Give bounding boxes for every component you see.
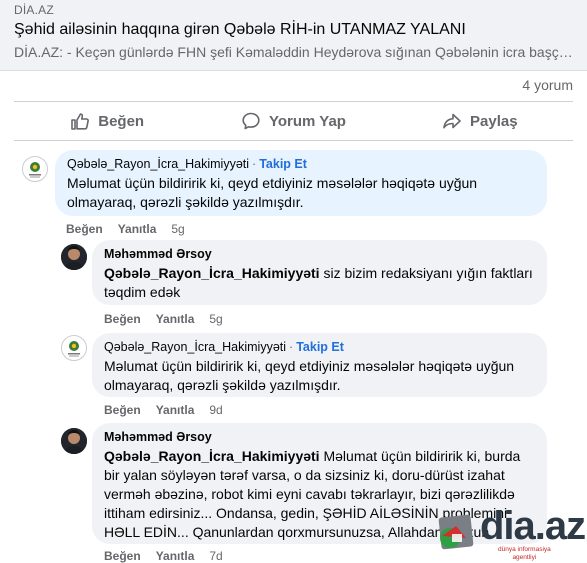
user-avatar[interactable]	[61, 428, 87, 454]
comment-like-link[interactable]: Beğen	[104, 549, 141, 563]
person-photo-icon	[61, 244, 87, 270]
share-button[interactable]: Paylaş	[387, 103, 573, 139]
follow-button[interactable]: Takip Et	[296, 340, 344, 354]
comment-reply-link[interactable]: Yanıtla	[118, 222, 157, 236]
tagline-line-2: agentliyi	[512, 554, 537, 561]
comment-bubble: Qəbələ_Rayon_İcra_Hakimiyyəti · Takip Et M…	[55, 150, 547, 216]
thumbs-up-icon	[71, 113, 90, 130]
divider	[14, 101, 573, 102]
link-title[interactable]: Şəhid ailəsinin haqqına girən Qəbələ RİH…	[14, 21, 466, 39]
separator-dot: ·	[252, 157, 257, 171]
mention-tag[interactable]: Qəbələ_Rayon_İcra_Hakimiyyəti	[104, 448, 320, 464]
comment-like-link[interactable]: Beğen	[104, 312, 141, 326]
comment-like-link[interactable]: Beğen	[66, 222, 103, 236]
separator-dot: ·	[289, 340, 294, 354]
comment-timestamp[interactable]: 5g	[171, 222, 184, 236]
comment-meta: Beğen Yanıtla 5g	[66, 222, 185, 236]
comment-text: Məlumat üçün bildiririk ki, qeyd etdiyin…	[104, 358, 515, 393]
comment-author[interactable]: Məhəmməd Ərsoy	[104, 247, 535, 261]
person-photo-icon	[61, 428, 87, 454]
comment-meta: Beğen Yanıtla 5g	[104, 312, 223, 326]
link-preview[interactable]: DİA.AZ Şəhid ailəsinin haqqına girən Qəb…	[0, 0, 587, 71]
emblem-icon	[29, 162, 41, 178]
comment-text: Məlumat üçün bildiririk ki, qeyd etdiyin…	[67, 175, 478, 210]
link-source: DİA.AZ	[14, 3, 54, 17]
comment-timestamp[interactable]: 7d	[209, 549, 222, 563]
comment-timestamp[interactable]: 9d	[209, 403, 222, 417]
emblem-icon	[68, 341, 80, 357]
like-label: Beğen	[98, 112, 145, 130]
watermark: dia.az dünya informasiya agentliyi	[432, 500, 586, 561]
watermark-tagline: dünya informasiya agentliyi	[498, 546, 551, 562]
comment-like-link[interactable]: Beğen	[104, 403, 141, 417]
tagline-line-1: dünya informasiya	[498, 546, 551, 553]
share-label: Paylaş	[470, 112, 518, 130]
comment-author[interactable]: Qəbələ_Rayon_İcra_Hakimiyyəti	[67, 157, 249, 171]
comment-bubble: Məhəmməd Ərsoy Qəbələ_Rayon_İcra_Hakimiy…	[92, 240, 547, 305]
comment-bubble: Qəbələ_Rayon_İcra_Hakimiyyəti · Takip Et M…	[92, 333, 547, 397]
post-actions: Beğen Yorum Yap Paylaş	[14, 103, 573, 139]
comment-count[interactable]: 4 yorum	[522, 77, 573, 93]
share-icon	[443, 113, 461, 129]
watermark-logo-text: dia.az	[480, 504, 586, 548]
mention-tag[interactable]: Qəbələ_Rayon_İcra_Hakimiyyəti	[104, 265, 320, 281]
like-button[interactable]: Beğen	[14, 103, 200, 139]
org-avatar[interactable]	[22, 156, 48, 182]
follow-button[interactable]: Takip Et	[259, 157, 307, 171]
link-description: DİA.AZ: - Keçən günlərdə FHN şefi Kəmalə…	[14, 44, 574, 60]
comment-timestamp[interactable]: 5g	[209, 312, 222, 326]
comment-reply-link[interactable]: Yanıtla	[156, 549, 195, 563]
divider	[14, 140, 573, 141]
comment-icon	[242, 112, 260, 130]
comment-reply-link[interactable]: Yanıtla	[156, 312, 195, 326]
comment-author[interactable]: Qəbələ_Rayon_İcra_Hakimiyyəti	[104, 340, 286, 354]
comment-label: Yorum Yap	[269, 112, 346, 130]
dia-logo-icon	[438, 514, 474, 550]
comment-button[interactable]: Yorum Yap	[200, 103, 386, 139]
comment-author[interactable]: Məhəmməd Ərsoy	[104, 430, 535, 444]
user-avatar[interactable]	[61, 244, 87, 270]
comment-meta: Beğen Yanıtla 9d	[104, 403, 223, 417]
comment-reply-link[interactable]: Yanıtla	[156, 403, 195, 417]
org-avatar[interactable]	[61, 335, 87, 361]
comment-meta: Beğen Yanıtla 7d	[104, 549, 223, 563]
